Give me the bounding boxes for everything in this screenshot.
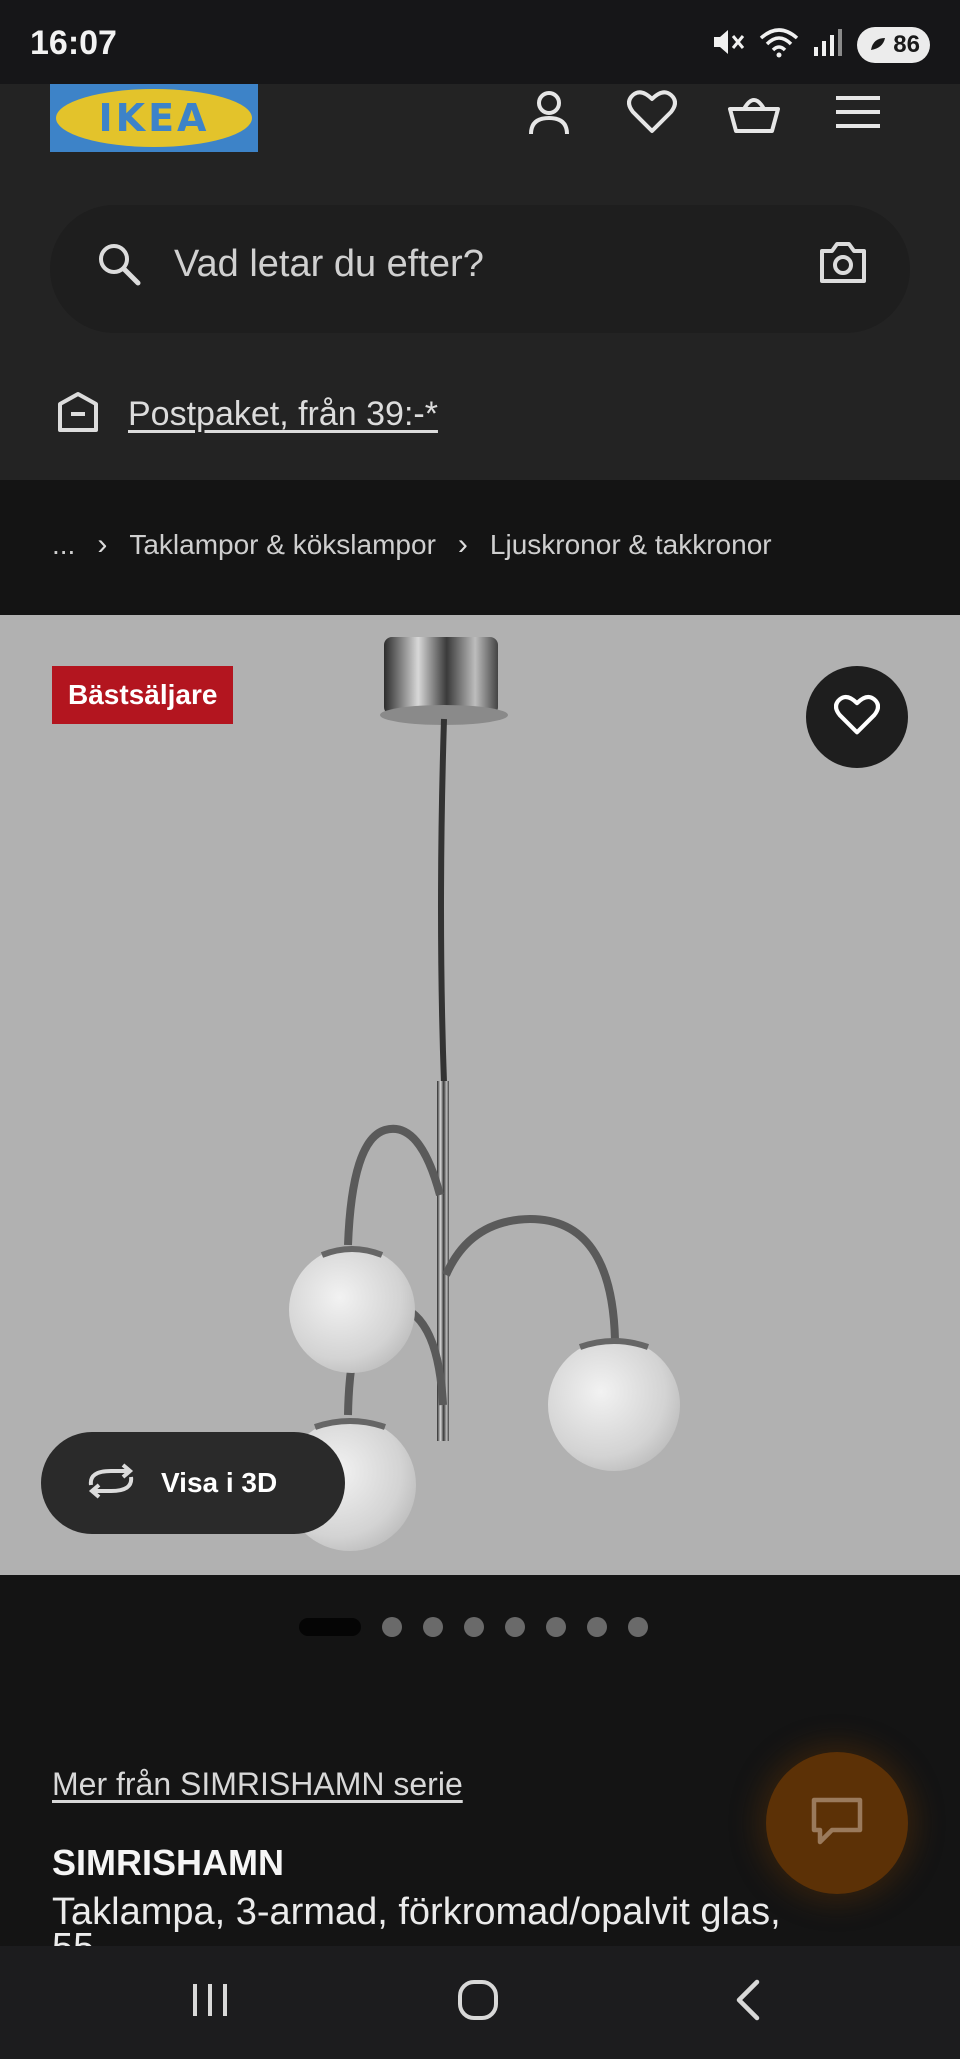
chevron-right-icon: › (97, 527, 108, 561)
account-button[interactable] (509, 84, 589, 144)
status-icons: 86 (711, 26, 930, 63)
store-icon (56, 390, 100, 439)
cart-button[interactable] (714, 84, 794, 144)
breadcrumb-ceiling-lamps[interactable]: Taklampor & kökslampor (129, 529, 436, 561)
search-icon (96, 241, 142, 292)
chevron-right-icon: › (457, 527, 468, 561)
lamp-illustration (284, 637, 680, 1551)
product-description-cut: 55... (52, 1926, 126, 1946)
home-icon (457, 1979, 499, 2026)
chat-button[interactable] (766, 1752, 908, 1894)
carousel-dot-active[interactable] (298, 1618, 361, 1636)
search-bar[interactable]: Vad letar du efter? (50, 205, 910, 333)
bestseller-badge: Bästsäljare (52, 666, 234, 724)
account-icon (525, 88, 573, 141)
recent-apps-icon (190, 1982, 230, 2023)
status-bar: 16:07 86 (0, 0, 960, 84)
heart-icon (833, 694, 881, 741)
carousel-dot[interactable] (586, 1617, 607, 1637)
battery-indicator: 86 (857, 26, 930, 63)
ikea-logo[interactable]: IKEA (50, 84, 258, 152)
carousel-dot[interactable] (422, 1617, 443, 1637)
heart-icon (627, 89, 677, 140)
back-button[interactable] (708, 1972, 788, 2032)
chat-icon (810, 1796, 864, 1851)
breadcrumb-ellipsis[interactable]: ... (52, 529, 75, 561)
mute-icon (711, 27, 745, 62)
view-in-3d-label: Visa i 3D (161, 1467, 278, 1498)
back-icon (733, 1979, 763, 2026)
product-image[interactable]: Bästsäljare Visa i 3D (0, 615, 960, 1575)
status-time: 16:07 (30, 24, 117, 62)
carousel-dot[interactable] (627, 1617, 648, 1637)
image-carousel-indicator (0, 1615, 960, 1639)
product-name: SIMRISHAMN (52, 1842, 284, 1883)
rotate-3d-icon (85, 1462, 137, 1504)
signal-icon (813, 27, 843, 62)
carousel-dot[interactable] (545, 1617, 566, 1637)
hamburger-menu-icon (836, 94, 880, 135)
site-header: IKEA Vad letar du efter? Postpaket, från… (0, 84, 960, 480)
carousel-dot[interactable] (463, 1617, 484, 1637)
system-nav-bar (0, 1946, 960, 2059)
logo-text: IKEA (56, 89, 252, 147)
product-description: Taklampa, 3-armad, förkromad/opalvit gla… (52, 1891, 781, 1933)
add-to-wishlist-button[interactable] (806, 666, 908, 768)
search-input[interactable]: Vad letar du efter? (174, 243, 484, 286)
series-link[interactable]: Mer från SIMRISHAMN serie (52, 1766, 463, 1803)
cart-icon (727, 89, 781, 140)
battery-level: 86 (893, 30, 920, 58)
recent-apps-button[interactable] (170, 1972, 250, 2032)
camera-search-icon[interactable] (818, 239, 868, 290)
wifi-icon (759, 26, 799, 63)
delivery-info[interactable]: Postpaket, från 39:-* (56, 390, 438, 439)
battery-icon (869, 31, 887, 59)
carousel-dot[interactable] (381, 1617, 402, 1637)
breadcrumb: ... › Taklampor & kökslampor › Ljuskrono… (0, 480, 960, 615)
home-button[interactable] (438, 1972, 518, 2032)
carousel-dot[interactable] (504, 1617, 525, 1637)
delivery-link[interactable]: Postpaket, från 39:-* (128, 395, 438, 434)
view-in-3d-button[interactable]: Visa i 3D (41, 1432, 345, 1534)
wishlist-button[interactable] (612, 84, 692, 144)
breadcrumb-chandeliers[interactable]: Ljuskronor & takkronor (490, 529, 772, 561)
menu-button[interactable] (818, 84, 898, 144)
